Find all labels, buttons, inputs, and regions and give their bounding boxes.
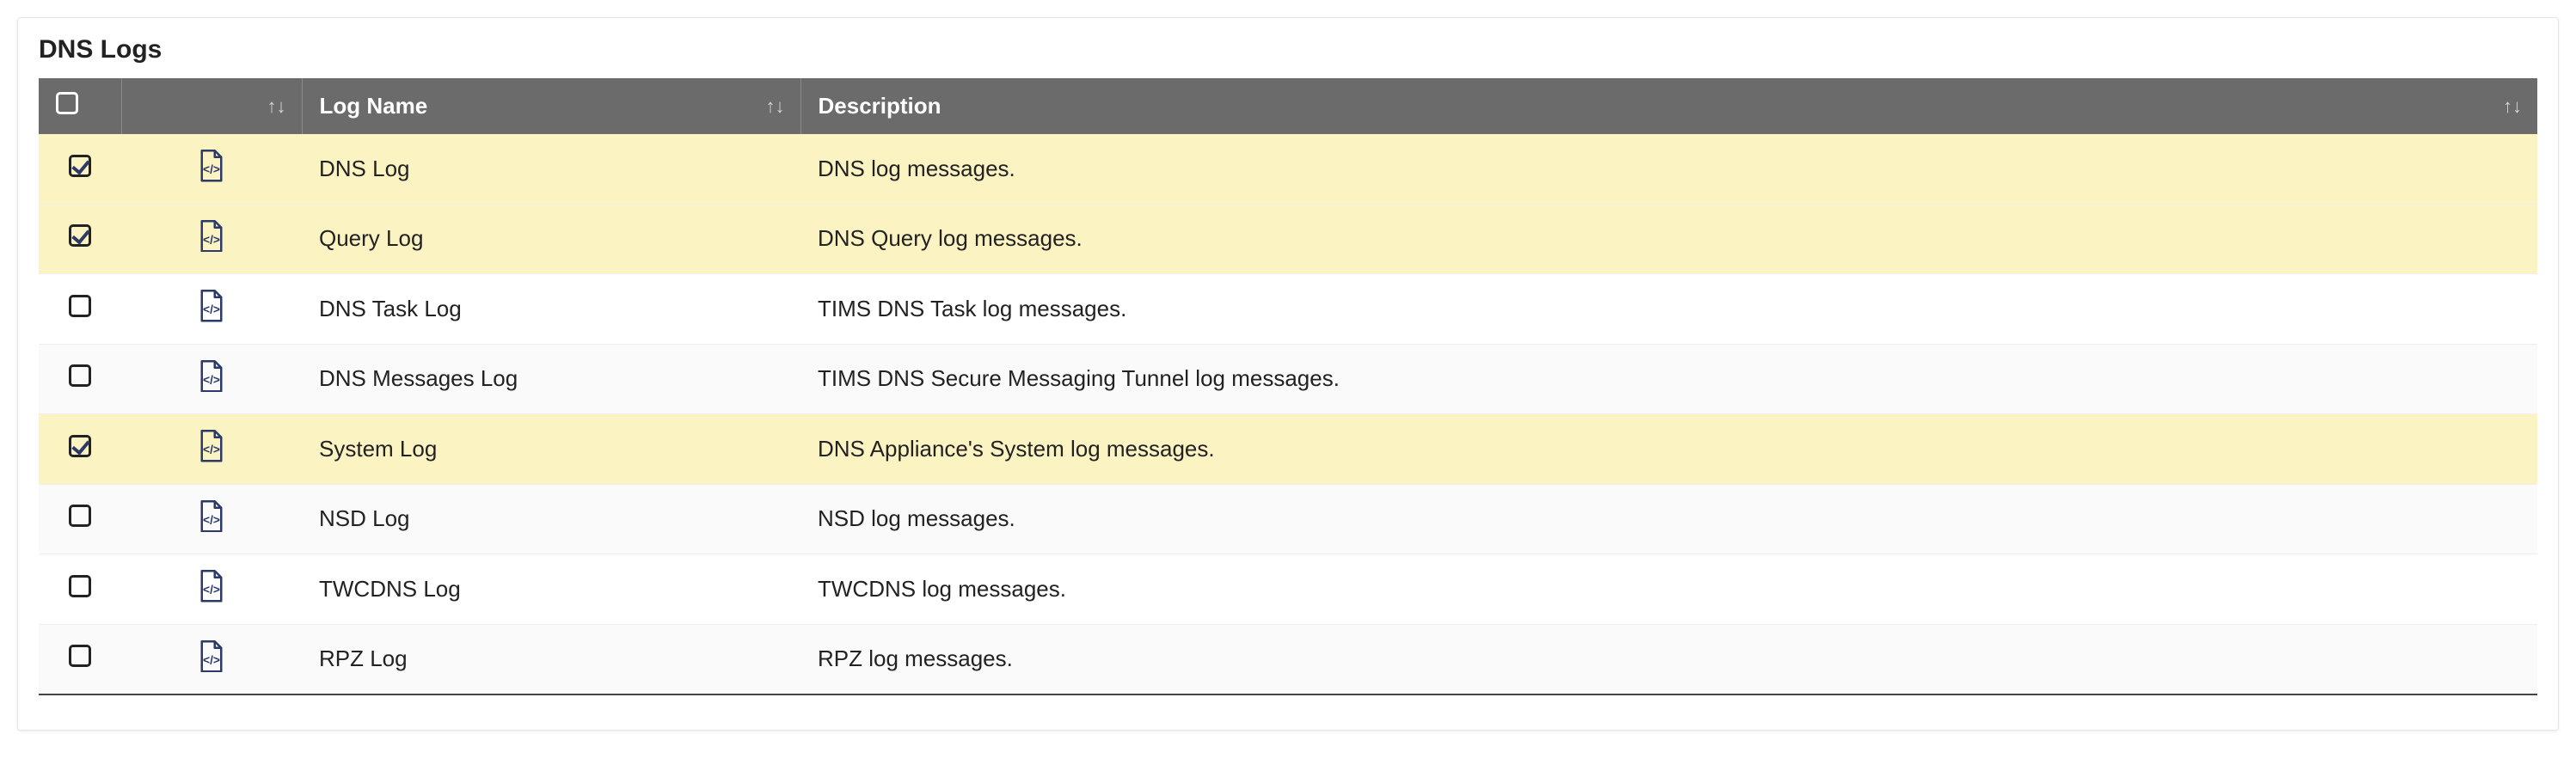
row-description: TWCDNS log messages.	[800, 554, 2537, 625]
row-checkbox-cell[interactable]	[39, 134, 121, 204]
row-checkbox-cell[interactable]	[39, 274, 121, 345]
header-logname[interactable]: Log Name ↑↓	[302, 78, 800, 134]
code-file-icon[interactable]: </>	[199, 290, 224, 321]
row-logname: DNS Log	[302, 134, 800, 204]
row-logname: Query Log	[302, 204, 800, 274]
row-file-icon-cell[interactable]: </>	[121, 204, 302, 274]
row-checkbox[interactable]	[69, 435, 91, 457]
row-description: DNS log messages.	[800, 134, 2537, 204]
table-row[interactable]: </> DNS Messages LogTIMS DNS Secure Mess…	[39, 344, 2537, 414]
logs-table: ↑↓ Log Name ↑↓ Description ↑↓ </> DNS Lo…	[39, 78, 2537, 695]
table-row[interactable]: </> Query LogDNS Query log messages.	[39, 204, 2537, 274]
row-checkbox[interactable]	[69, 155, 91, 177]
row-logname: RPZ Log	[302, 624, 800, 694]
row-checkbox[interactable]	[69, 295, 91, 317]
row-checkbox[interactable]	[69, 505, 91, 527]
row-description: TIMS DNS Secure Messaging Tunnel log mes…	[800, 344, 2537, 414]
header-description-label: Description	[819, 93, 941, 119]
row-checkbox-cell[interactable]	[39, 554, 121, 625]
header-logname-label: Log Name	[320, 93, 428, 119]
code-file-icon[interactable]: </>	[199, 220, 224, 251]
sort-icon[interactable]: ↑↓	[766, 95, 785, 118]
svg-text:</>: </>	[203, 653, 220, 666]
row-description: RPZ log messages.	[800, 624, 2537, 694]
row-file-icon-cell[interactable]: </>	[121, 274, 302, 345]
row-description: DNS Query log messages.	[800, 204, 2537, 274]
svg-text:</>: </>	[203, 373, 220, 386]
row-file-icon-cell[interactable]: </>	[121, 134, 302, 204]
code-file-icon[interactable]: </>	[199, 500, 224, 531]
row-checkbox-cell[interactable]	[39, 484, 121, 554]
row-logname: DNS Task Log	[302, 274, 800, 345]
dns-logs-panel: DNS Logs ↑↓ Log Name ↑↓ Description ↑↓	[17, 17, 2559, 731]
select-all-checkbox[interactable]	[56, 92, 78, 114]
row-description: DNS Appliance's System log messages.	[800, 414, 2537, 485]
code-file-icon[interactable]: </>	[199, 150, 224, 180]
row-description: NSD log messages.	[800, 484, 2537, 554]
svg-text:</>: </>	[203, 303, 220, 316]
table-row[interactable]: </> RPZ LogRPZ log messages.	[39, 624, 2537, 694]
row-logname: DNS Messages Log	[302, 344, 800, 414]
header-description[interactable]: Description ↑↓	[800, 78, 2537, 134]
row-file-icon-cell[interactable]: </>	[121, 344, 302, 414]
code-file-icon[interactable]: </>	[199, 640, 224, 671]
row-description: TIMS DNS Task log messages.	[800, 274, 2537, 345]
row-logname: System Log	[302, 414, 800, 485]
svg-text:</>: </>	[203, 584, 220, 597]
table-row[interactable]: </> DNS LogDNS log messages.	[39, 134, 2537, 204]
sort-icon[interactable]: ↑↓	[2503, 95, 2522, 118]
code-file-icon[interactable]: </>	[199, 570, 224, 601]
row-checkbox-cell[interactable]	[39, 344, 121, 414]
row-logname: NSD Log	[302, 484, 800, 554]
header-icon-col[interactable]: ↑↓	[121, 78, 302, 134]
code-file-icon[interactable]: </>	[199, 430, 224, 461]
page-title: DNS Logs	[39, 35, 2537, 64]
row-checkbox-cell[interactable]	[39, 624, 121, 694]
row-file-icon-cell[interactable]: </>	[121, 554, 302, 625]
header-select-all[interactable]	[39, 78, 121, 134]
table-row[interactable]: </> TWCDNS LogTWCDNS log messages.	[39, 554, 2537, 625]
row-checkbox-cell[interactable]	[39, 414, 121, 485]
svg-text:</>: </>	[203, 233, 220, 246]
row-file-icon-cell[interactable]: </>	[121, 624, 302, 694]
code-file-icon[interactable]: </>	[199, 360, 224, 391]
svg-text:</>: </>	[203, 163, 220, 176]
sort-icon[interactable]: ↑↓	[267, 95, 286, 118]
table-row[interactable]: </> System LogDNS Appliance's System log…	[39, 414, 2537, 485]
table-row[interactable]: </> NSD LogNSD log messages.	[39, 484, 2537, 554]
row-checkbox[interactable]	[69, 224, 91, 247]
svg-text:</>: </>	[203, 444, 220, 456]
row-checkbox-cell[interactable]	[39, 204, 121, 274]
row-checkbox[interactable]	[69, 364, 91, 387]
row-logname: TWCDNS Log	[302, 554, 800, 625]
svg-text:</>: </>	[203, 513, 220, 526]
table-row[interactable]: </> DNS Task LogTIMS DNS Task log messag…	[39, 274, 2537, 345]
row-checkbox[interactable]	[69, 645, 91, 667]
row-file-icon-cell[interactable]: </>	[121, 484, 302, 554]
row-checkbox[interactable]	[69, 575, 91, 597]
row-file-icon-cell[interactable]: </>	[121, 414, 302, 485]
